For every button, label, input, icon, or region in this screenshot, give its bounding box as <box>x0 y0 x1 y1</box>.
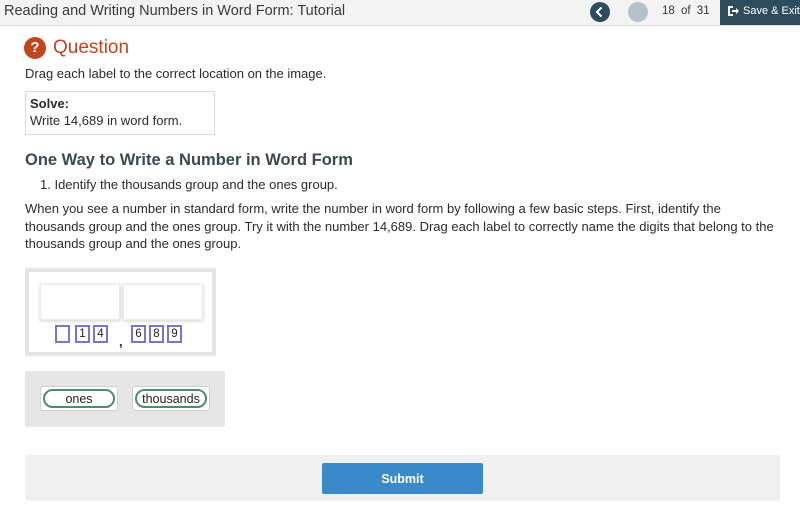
digit-box-8: 8 <box>149 325 164 343</box>
label-thousands[interactable]: thousands <box>132 386 210 411</box>
digit-box-9: 9 <box>167 325 182 343</box>
digit-box-6: 6 <box>131 325 146 343</box>
save-exit-label: Save & Exit <box>743 5 800 17</box>
digit-box-4: 4 <box>93 325 108 343</box>
exit-icon <box>728 6 739 16</box>
top-bar: Reading and Writing Numbers in Word Form… <box>0 0 800 26</box>
drop-zone-thousands-group[interactable] <box>40 284 120 320</box>
chevron-left-icon <box>595 6 603 18</box>
question-heading: Question <box>53 37 130 58</box>
page-total: 31 <box>696 5 710 17</box>
label-thousands-text: thousands <box>135 389 207 408</box>
previous-button[interactable] <box>590 2 610 22</box>
solve-box: Solve: Write 14,689 in word form. <box>25 91 215 135</box>
page-counter: 18 of 31 <box>662 5 710 17</box>
submit-bar: Submit <box>25 455 780 501</box>
number-image: 1 4 , 6 8 9 <box>25 268 216 356</box>
step-text: 1. Identify the thousands group and the … <box>40 177 338 192</box>
explanation-paragraph: When you see a number in standard form, … <box>25 201 774 251</box>
solve-label: Solve: <box>30 96 70 111</box>
save-exit-button[interactable]: Save & Exit <box>720 0 800 25</box>
page-current: 18 <box>662 5 675 17</box>
section-title: One Way to Write a Number in Word Form <box>25 151 353 169</box>
submit-button[interactable]: Submit <box>322 463 483 494</box>
next-button[interactable] <box>628 2 648 22</box>
tutorial-title: Reading and Writing Numbers in Word Form… <box>4 3 346 19</box>
digit-box-1: 1 <box>75 325 90 343</box>
drop-zone-ones-group[interactable] <box>123 284 203 320</box>
comma: , <box>119 334 123 349</box>
digit-box-empty <box>55 325 70 343</box>
page-of: of <box>681 5 691 17</box>
solve-text: Write 14,689 in word form. <box>30 113 183 128</box>
label-ones-text: ones <box>43 389 115 408</box>
label-ones[interactable]: ones <box>40 386 118 411</box>
label-tray: ones thousands <box>25 371 225 427</box>
question-icon: ? <box>24 37 46 59</box>
question-instructions: Drag each label to the correct location … <box>25 66 327 81</box>
